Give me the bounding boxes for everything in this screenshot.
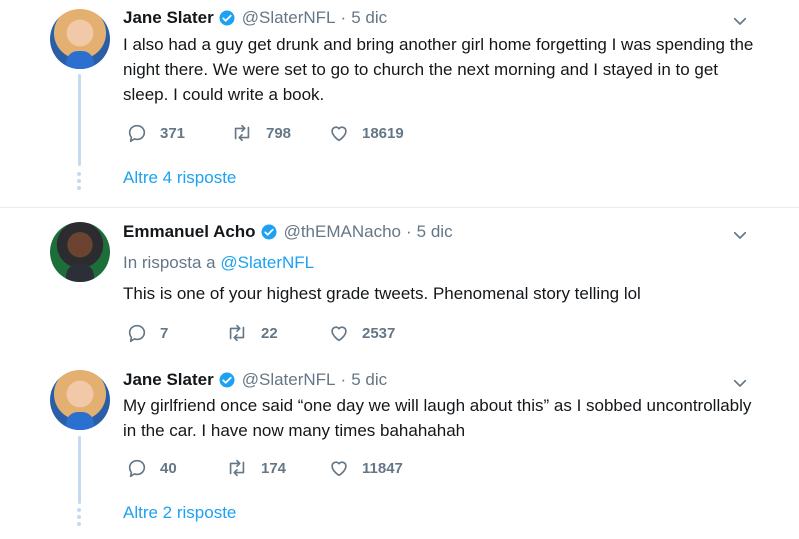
author-name[interactable]: Jane Slater [123, 370, 214, 390]
more-replies-link[interactable]: Altre 2 risposte [123, 503, 236, 523]
avatar[interactable] [50, 9, 110, 69]
tweet-2[interactable]: Emmanuel Acho @thEMANacho · 5 dic In ris… [0, 208, 799, 358]
verified-badge-icon [260, 223, 278, 241]
author-name[interactable]: Jane Slater [123, 8, 214, 28]
retweet-icon [229, 324, 245, 342]
reply-count: 40 [160, 459, 177, 477]
author-handle[interactable]: @SlaterNFL [242, 370, 336, 390]
reply-button[interactable]: 7 [126, 322, 225, 344]
retweet-button[interactable]: 22 [225, 322, 328, 344]
tweet-actions: 371 798 18619 [126, 122, 404, 144]
chevron-down-icon[interactable] [731, 12, 749, 30]
tweet-text: I also had a guy get drunk and bring ano… [123, 35, 754, 104]
heart-icon [331, 461, 347, 477]
retweet-count: 798 [266, 124, 292, 142]
reply-icon [128, 324, 146, 343]
reply-icon [128, 459, 146, 478]
reply-count: 371 [160, 124, 186, 142]
thread-line [78, 74, 81, 166]
tweet-date[interactable]: 5 dic [417, 222, 453, 242]
tweet-actions: 40 174 11847 [126, 457, 403, 479]
separator-dot: · [406, 222, 412, 241]
separator-dot: · [340, 370, 347, 389]
reply-button[interactable]: 371 [126, 122, 230, 144]
thread-dots [77, 172, 82, 193]
tweet-header: Emmanuel Acho @thEMANacho · 5 dic [123, 222, 453, 242]
avatar[interactable] [50, 222, 110, 282]
retweet-icon [229, 459, 245, 477]
retweet-icon [234, 124, 250, 142]
retweet-button[interactable]: 798 [230, 122, 328, 144]
verified-badge-icon [218, 9, 236, 27]
tweet-text: My girlfriend once said “one day we will… [123, 396, 752, 440]
verified-badge-icon [218, 371, 236, 389]
tweet-date[interactable]: 5 dic [351, 370, 387, 390]
chevron-down-icon[interactable] [731, 374, 749, 392]
author-handle[interactable]: @thEMANacho [284, 222, 401, 242]
reply-count: 7 [160, 324, 169, 342]
author-name[interactable]: Emmanuel Acho [123, 222, 256, 242]
tweet-header: Jane Slater @SlaterNFL · 5 dic [123, 370, 387, 390]
chevron-down-icon[interactable] [731, 226, 749, 244]
like-count: 11847 [362, 459, 403, 477]
retweet-count: 174 [261, 459, 287, 477]
tweet-header: Jane Slater @SlaterNFL · 5 dic [123, 8, 387, 28]
avatar[interactable] [50, 370, 110, 430]
reply-to-handle[interactable]: @SlaterNFL [220, 253, 314, 272]
heart-icon [331, 326, 347, 342]
tweet-3[interactable]: Jane Slater @SlaterNFL · 5 dic My girlfr… [0, 360, 799, 539]
like-count: 18619 [362, 124, 404, 142]
like-button[interactable]: 11847 [328, 457, 403, 479]
reply-context: In risposta a @SlaterNFL [123, 253, 314, 273]
retweet-count: 22 [261, 324, 278, 342]
like-count: 2537 [362, 324, 396, 342]
tweet-actions: 7 22 2537 [126, 322, 395, 344]
author-handle[interactable]: @SlaterNFL [242, 8, 336, 28]
reply-icon [128, 124, 146, 143]
separator-dot: · [340, 8, 347, 27]
like-button[interactable]: 2537 [328, 322, 395, 344]
like-button[interactable]: 18619 [328, 122, 404, 144]
thread-dots [77, 508, 82, 529]
tweet-text: This is one of your highest grade tweets… [123, 284, 641, 303]
thread-line [78, 436, 81, 504]
heart-icon [331, 126, 347, 142]
reply-button[interactable]: 40 [126, 457, 225, 479]
retweet-button[interactable]: 174 [225, 457, 328, 479]
reply-to-label: In risposta a [123, 253, 216, 272]
tweet-date[interactable]: 5 dic [351, 8, 387, 28]
tweet-1[interactable]: Jane Slater @SlaterNFL · 5 dic I also ha… [0, 0, 799, 207]
more-replies-link[interactable]: Altre 4 risposte [123, 168, 236, 188]
